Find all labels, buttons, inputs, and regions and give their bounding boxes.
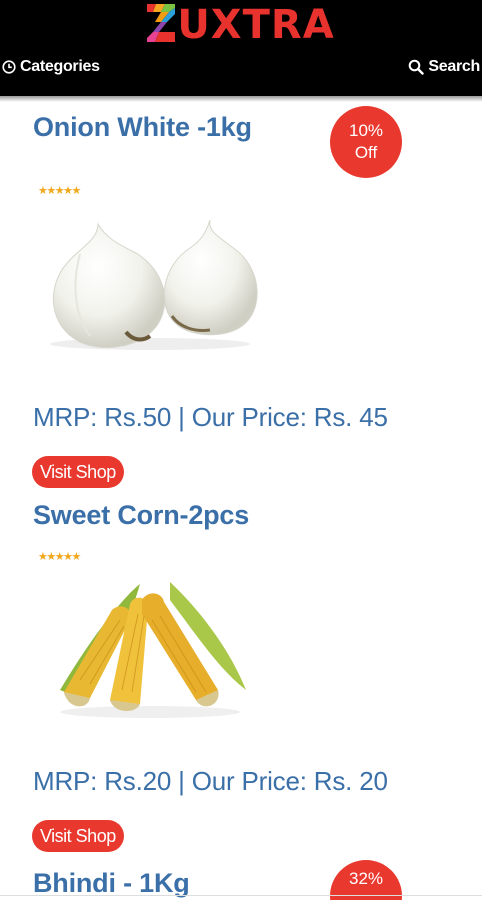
clock-icon xyxy=(2,60,16,74)
discount-suffix: Off xyxy=(354,143,378,162)
discount-badge: 32% xyxy=(330,860,402,900)
visit-shop-button[interactable]: Visit Shop xyxy=(32,456,124,488)
search-label: Search xyxy=(428,58,480,75)
product-list[interactable]: Onion White -1kg 10% Off ★★★★★ MRP: Rs.5… xyxy=(0,96,482,900)
product-card: Onion White -1kg 10% Off ★★★★★ MRP: Rs.5… xyxy=(0,96,482,506)
product-title[interactable]: Onion White -1kg xyxy=(33,112,252,143)
search-button[interactable]: Search xyxy=(408,58,480,76)
product-title[interactable]: Sweet Corn-2pcs xyxy=(33,500,249,531)
logo-z-icon xyxy=(147,4,176,42)
categories-label: Categories xyxy=(20,58,100,75)
search-icon xyxy=(409,59,425,75)
discount-badge: 10% Off xyxy=(330,106,402,178)
visit-shop-button[interactable]: Visit Shop xyxy=(32,820,124,852)
rating-stars: ★★★★★ xyxy=(38,551,81,563)
rating-stars: ★★★★★ xyxy=(38,185,81,197)
product-price: MRP: Rs.50 | Our Price: Rs. 45 xyxy=(33,402,388,432)
categories-button[interactable]: Categories xyxy=(2,58,100,76)
discount-value: 10% xyxy=(348,121,384,140)
divider xyxy=(0,895,482,896)
discount-value: 32% xyxy=(348,869,384,888)
product-card: Sweet Corn-2pcs ★★★★★ MRP: Rs.20 | Our P… xyxy=(0,500,482,866)
onion-image[interactable] xyxy=(40,214,270,354)
corn-image[interactable] xyxy=(50,580,250,720)
product-price: MRP: Rs.20 | Our Price: Rs. 20 xyxy=(33,766,388,796)
logo-text: UXTRA xyxy=(177,2,335,48)
app-header: UXTRA Categories Search xyxy=(0,0,482,96)
logo[interactable]: UXTRA xyxy=(0,0,482,50)
